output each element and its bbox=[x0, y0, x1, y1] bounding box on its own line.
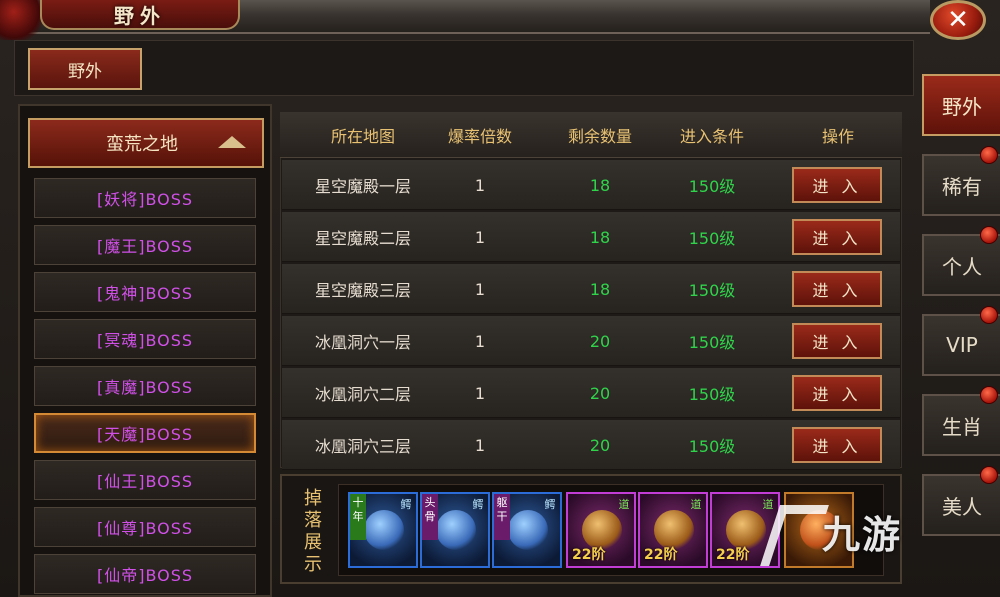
cell-multiplier: 1 bbox=[474, 175, 486, 195]
drop-item[interactable]: 十年 鳄 bbox=[348, 492, 418, 568]
cell-condition: 150级 bbox=[688, 177, 736, 196]
item-corner-tag: 鳄 bbox=[472, 498, 484, 511]
item-corner-tag: 鳄 bbox=[400, 498, 412, 511]
cell-condition: 150级 bbox=[688, 437, 736, 456]
boss-item[interactable]: [魔王]BOSS bbox=[34, 225, 256, 265]
cell-condition: 150级 bbox=[688, 229, 736, 248]
cell-map: 冰凰洞穴二层 bbox=[314, 385, 411, 404]
cell-multiplier: 1 bbox=[474, 383, 486, 403]
cell-map: 星空魔殿二层 bbox=[314, 229, 411, 248]
item-level: 22阶 bbox=[716, 547, 750, 563]
drop-item[interactable]: 头骨 鳄 bbox=[420, 492, 490, 568]
cell-map: 冰凰洞穴一层 bbox=[314, 333, 411, 352]
equipment-icon bbox=[436, 510, 476, 550]
drop-item[interactable]: 躯干 鳄 bbox=[492, 492, 562, 568]
side-tab[interactable]: 野外 bbox=[922, 74, 1000, 136]
cell-remaining: 18 bbox=[589, 175, 611, 195]
enter-button[interactable]: 进 入 bbox=[792, 375, 882, 411]
drop-item[interactable]: 道 22阶 bbox=[566, 492, 636, 568]
header-action: 操作 bbox=[821, 127, 854, 146]
enter-button[interactable]: 进 入 bbox=[792, 427, 882, 463]
cell-remaining: 20 bbox=[589, 383, 611, 403]
close-button[interactable]: ✕ bbox=[930, 0, 986, 40]
cell-condition: 150级 bbox=[688, 281, 736, 300]
item-corner-tag: 道 bbox=[618, 498, 630, 511]
drop-item[interactable]: 道 22阶 bbox=[638, 492, 708, 568]
boss-item[interactable]: [冥魂]BOSS bbox=[34, 319, 256, 359]
boss-item[interactable]: [妖将]BOSS bbox=[34, 178, 256, 218]
cell-remaining: 20 bbox=[589, 435, 611, 455]
notification-dot-icon bbox=[980, 146, 998, 164]
item-type-tag: 躯干 bbox=[494, 494, 510, 540]
enter-button[interactable]: 进 入 bbox=[792, 271, 882, 307]
cell-map: 星空魔殿三层 bbox=[314, 281, 411, 300]
cell-map: 星空魔殿一层 bbox=[314, 177, 411, 196]
drop-label: 掉落展示 bbox=[304, 488, 322, 575]
enter-button[interactable]: 进 入 bbox=[792, 219, 882, 255]
cell-remaining: 18 bbox=[589, 227, 611, 247]
boss-item[interactable]: [仙王]BOSS bbox=[34, 460, 256, 500]
enter-button[interactable]: 进 入 bbox=[792, 167, 882, 203]
header-condition: 进入条件 bbox=[679, 127, 744, 146]
item-type-tag: 十年 bbox=[350, 494, 366, 540]
item-type-tag: 头骨 bbox=[422, 494, 438, 540]
watermark: 九游 bbox=[760, 496, 990, 566]
equipment-icon bbox=[364, 510, 404, 550]
item-level: 22阶 bbox=[572, 547, 606, 563]
header-remaining: 剩余数量 bbox=[567, 127, 632, 146]
item-corner-tag: 道 bbox=[690, 498, 702, 511]
item-corner-tag: 鳄 bbox=[544, 498, 556, 511]
notification-dot-icon bbox=[980, 226, 998, 244]
boss-item[interactable]: [仙帝]BOSS bbox=[34, 554, 256, 594]
equipment-icon bbox=[508, 510, 548, 550]
notification-dot-icon bbox=[980, 466, 998, 484]
window-title: 野外 bbox=[40, 0, 240, 30]
cell-multiplier: 1 bbox=[474, 331, 486, 351]
boss-item[interactable]: [鬼神]BOSS bbox=[34, 272, 256, 312]
cell-condition: 150级 bbox=[688, 385, 736, 404]
cell-remaining: 18 bbox=[589, 279, 611, 299]
enter-button[interactable]: 进 入 bbox=[792, 323, 882, 359]
cell-condition: 150级 bbox=[688, 333, 736, 352]
cell-multiplier: 1 bbox=[474, 435, 486, 455]
nine-game-logo-icon bbox=[760, 501, 822, 561]
boss-item[interactable]: [真魔]BOSS bbox=[34, 366, 256, 406]
cell-remaining: 20 bbox=[589, 331, 611, 351]
cell-multiplier: 1 bbox=[474, 227, 486, 247]
cell-map: 冰凰洞穴三层 bbox=[314, 437, 411, 456]
boss-item[interactable]: [天魔]BOSS bbox=[34, 413, 256, 453]
notification-dot-icon bbox=[980, 386, 998, 404]
header-multiplier: 爆率倍数 bbox=[447, 127, 512, 146]
chevron-up-icon bbox=[218, 136, 246, 148]
cell-multiplier: 1 bbox=[474, 279, 486, 299]
zone-label: 蛮荒之地 bbox=[106, 134, 178, 155]
boss-item[interactable]: [仙尊]BOSS bbox=[34, 507, 256, 547]
header-map: 所在地图 bbox=[330, 127, 395, 146]
tab-wild[interactable]: 野外 bbox=[28, 48, 142, 90]
watermark-text: 九游 bbox=[822, 512, 903, 557]
top-tab-strip bbox=[14, 40, 914, 96]
notification-dot-icon bbox=[980, 306, 998, 324]
item-level: 22阶 bbox=[644, 547, 678, 563]
zone-dropdown[interactable]: 蛮荒之地 bbox=[28, 118, 264, 168]
